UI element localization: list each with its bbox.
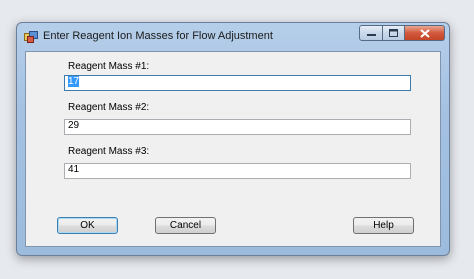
cancel-button[interactable]: Cancel: [155, 217, 216, 234]
title-bar[interactable]: Enter Reagent Ion Masses for Flow Adjust…: [17, 23, 449, 51]
help-button[interactable]: Help: [353, 217, 414, 234]
reagent-mass-1-label: Reagent Mass #1:: [68, 61, 150, 72]
close-button[interactable]: [405, 25, 445, 41]
app-icon: [24, 31, 38, 43]
minimize-icon: [366, 34, 376, 36]
reagent-mass-3-input[interactable]: 41: [64, 163, 411, 179]
maximize-button[interactable]: [383, 25, 405, 41]
reagent-mass-2-input[interactable]: 29: [64, 119, 411, 135]
reagent-mass-2-label: Reagent Mass #2:: [68, 102, 150, 113]
minimize-button[interactable]: [359, 25, 383, 41]
caption-buttons: [359, 25, 445, 41]
reagent-mass-1-input[interactable]: 17: [64, 75, 411, 91]
selected-text: 17: [68, 76, 80, 87]
dialog-window: Enter Reagent Ion Masses for Flow Adjust…: [16, 22, 450, 256]
reagent-mass-3-label: Reagent Mass #3:: [68, 146, 150, 157]
window-title: Enter Reagent Ion Masses for Flow Adjust…: [43, 30, 273, 42]
maximize-icon: [389, 29, 398, 37]
close-icon: [419, 28, 430, 38]
ok-button[interactable]: OK: [57, 217, 118, 234]
dialog-client-area: Reagent Mass #1: 17 Reagent Mass #2: 29 …: [25, 51, 441, 247]
